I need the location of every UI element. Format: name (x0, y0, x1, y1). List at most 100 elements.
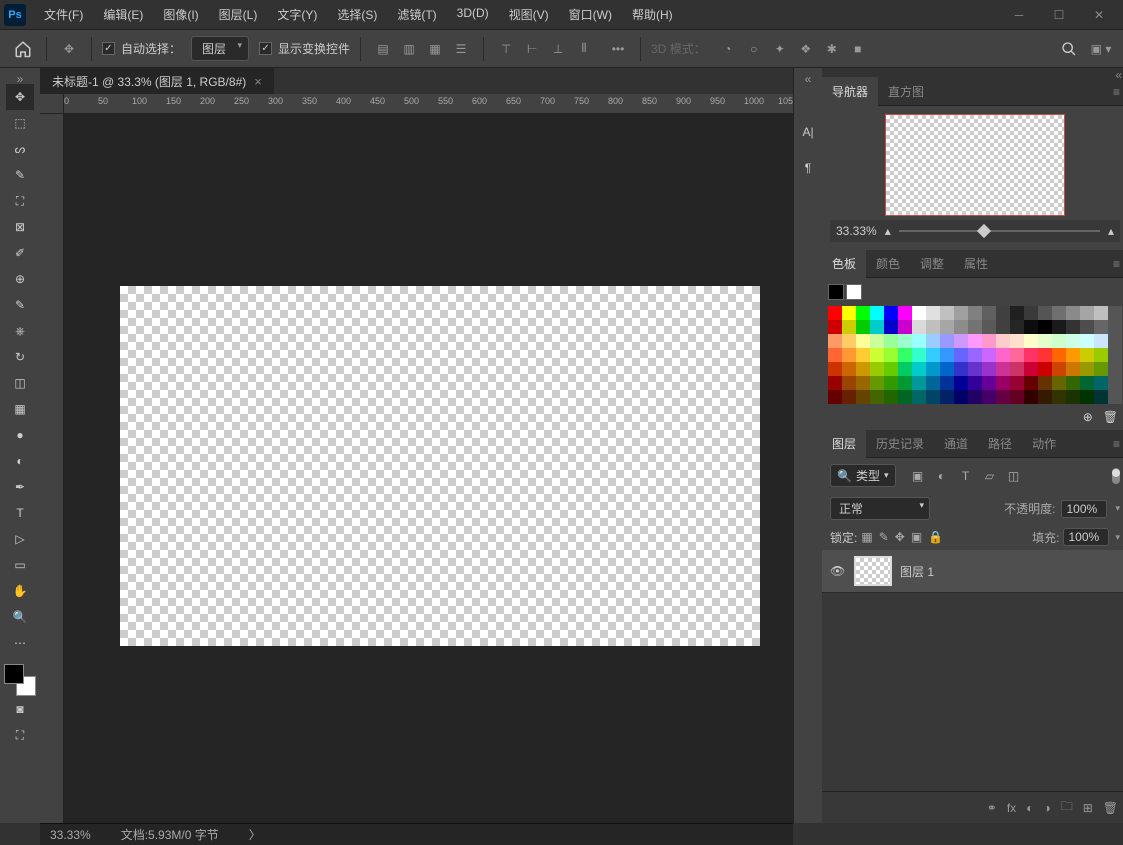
color-swatch[interactable] (1094, 306, 1108, 320)
color-swatch[interactable] (1066, 348, 1080, 362)
align-right-icon[interactable]: ▦ (423, 37, 447, 61)
color-swatch[interactable] (1052, 390, 1066, 404)
color-swatch[interactable] (1038, 334, 1052, 348)
color-swatch[interactable] (842, 362, 856, 376)
menu-item[interactable]: 文件(F) (34, 0, 93, 29)
color-swatch[interactable] (940, 362, 954, 376)
color-swatch[interactable] (1024, 362, 1038, 376)
foreground-color-swatch[interactable] (4, 664, 24, 684)
color-swatch[interactable] (968, 362, 982, 376)
character-panel-icon[interactable]: A| (796, 120, 820, 144)
color-swatch[interactable] (898, 390, 912, 404)
3d-icon-1[interactable]: ◔ (716, 37, 740, 61)
color-swatch[interactable] (884, 348, 898, 362)
color-swatch[interactable] (996, 362, 1010, 376)
color-swatch[interactable] (996, 306, 1010, 320)
color-swatch[interactable] (926, 362, 940, 376)
color-swatch[interactable] (1024, 320, 1038, 334)
filter-adjust-icon[interactable]: ◐ (934, 468, 950, 484)
color-swatch[interactable] (870, 376, 884, 390)
panel-menu-icon[interactable]: ≡ (1105, 257, 1123, 271)
auto-select-checkbox[interactable]: 自动选择： (102, 40, 181, 57)
color-swatch[interactable] (1010, 376, 1024, 390)
brush-tool[interactable]: ✎ (6, 292, 34, 318)
color-swatch[interactable] (1080, 390, 1094, 404)
color-swatch[interactable] (926, 376, 940, 390)
3d-icon-5[interactable]: ✱ (820, 37, 844, 61)
workspace-icon[interactable]: ▣ ▾ (1089, 37, 1113, 61)
ruler-horizontal[interactable]: 0501001502002503003504004505005506006507… (64, 94, 793, 114)
color-swatch[interactable] (898, 376, 912, 390)
color-swatch[interactable] (870, 306, 884, 320)
layer-thumbnail[interactable] (854, 556, 892, 586)
opacity-input[interactable]: 100% (1061, 500, 1107, 518)
layers-tab[interactable]: 通道 (934, 429, 978, 458)
color-swatch[interactable] (996, 376, 1010, 390)
color-swatch[interactable] (968, 320, 982, 334)
color-swatch[interactable] (1080, 376, 1094, 390)
color-swatch[interactable] (1094, 390, 1108, 404)
panel-expand-icon[interactable]: « (794, 74, 822, 84)
color-swatch[interactable] (1094, 320, 1108, 334)
color-swatch[interactable] (1038, 306, 1052, 320)
color-swatch[interactable] (884, 306, 898, 320)
color-swatch[interactable] (1066, 320, 1080, 334)
color-swatch[interactable] (856, 376, 870, 390)
lock-position-icon[interactable]: ✥ (895, 530, 905, 544)
color-swatch[interactable] (898, 320, 912, 334)
color-swatch[interactable] (954, 306, 968, 320)
black-swatch[interactable] (828, 284, 844, 300)
new-swatch-icon[interactable]: ⊕ (1083, 410, 1093, 424)
color-swatch[interactable] (898, 306, 912, 320)
blend-mode-dropdown[interactable]: 正常 (830, 497, 930, 520)
color-swatch[interactable] (926, 306, 940, 320)
panel-menu-icon[interactable]: ≡ (1105, 85, 1123, 99)
menu-item[interactable]: 3D(D) (447, 0, 499, 29)
color-swatch[interactable] (954, 376, 968, 390)
marquee-tool[interactable]: ⬚ (6, 110, 34, 136)
maximize-button[interactable]: ☐ (1039, 0, 1079, 30)
color-swatch[interactable] (1052, 376, 1066, 390)
paragraph-panel-icon[interactable]: ¶ (796, 156, 820, 180)
color-swatch[interactable] (870, 348, 884, 362)
layers-tab[interactable]: 路径 (978, 429, 1022, 458)
color-swatch[interactable] (828, 320, 842, 334)
color-swatch[interactable] (870, 320, 884, 334)
color-swatch[interactable] (1094, 334, 1108, 348)
color-swatch[interactable] (884, 320, 898, 334)
color-swatch[interactable] (898, 334, 912, 348)
color-swatch[interactable] (1066, 390, 1080, 404)
color-swatch[interactable] (982, 306, 996, 320)
zoom-out-icon[interactable]: ▴ (885, 224, 891, 238)
color-swatch[interactable] (1080, 306, 1094, 320)
color-swatch[interactable] (884, 362, 898, 376)
color-swatch[interactable] (1066, 376, 1080, 390)
layers-tab[interactable]: 图层 (822, 429, 866, 458)
color-swatch[interactable] (982, 334, 996, 348)
quick-select-tool[interactable]: ✎ (6, 162, 34, 188)
color-swatch[interactable] (912, 362, 926, 376)
move-tool[interactable]: ✥ (6, 84, 34, 110)
color-swatch[interactable] (1024, 306, 1038, 320)
color-swatch[interactable] (968, 306, 982, 320)
align-left-icon[interactable]: ▤ (371, 37, 395, 61)
color-swatch[interactable] (1066, 334, 1080, 348)
color-swatch[interactable] (996, 334, 1010, 348)
align-bottom-icon[interactable]: ⊥ (546, 37, 570, 61)
swatches-tab[interactable]: 调整 (910, 249, 954, 278)
hand-tool[interactable]: ✋ (6, 578, 34, 604)
zoom-slider[interactable] (899, 224, 1100, 238)
color-swatch[interactable] (1038, 362, 1052, 376)
pen-tool[interactable]: ✒ (6, 474, 34, 500)
lock-brush-icon[interactable]: ✎ (879, 530, 889, 544)
color-swatch[interactable] (1066, 362, 1080, 376)
status-doc-info[interactable]: 文档:5.93M/0 字节 (121, 826, 219, 843)
home-button[interactable] (10, 36, 36, 62)
canvas-viewport[interactable] (64, 114, 793, 823)
color-swatch[interactable] (926, 334, 940, 348)
frame-tool[interactable]: ⊠ (6, 214, 34, 240)
type-tool[interactable]: T (6, 500, 34, 526)
search-icon[interactable] (1057, 37, 1081, 61)
edit-toolbar-icon[interactable]: ⋯ (6, 630, 34, 656)
color-swatch[interactable] (842, 306, 856, 320)
